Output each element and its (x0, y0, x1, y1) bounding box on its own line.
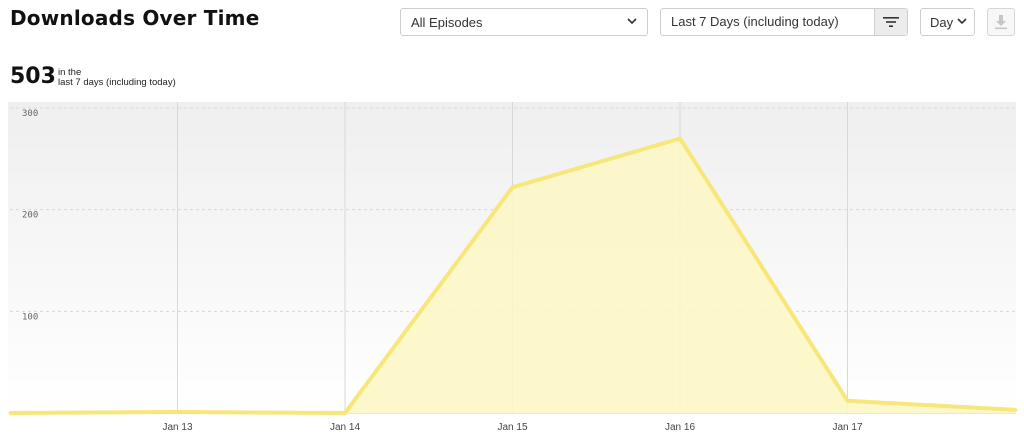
download-icon (995, 15, 1007, 30)
date-range-label: Last 7 Days (including today) (671, 14, 839, 29)
data-point (176, 410, 179, 414)
data-point (511, 185, 514, 189)
data-point (343, 411, 347, 415)
x-tick-label: Jan 13 (162, 422, 192, 433)
x-tick-label: Jan 15 (497, 422, 527, 433)
y-tick-label: 200 (22, 211, 38, 221)
data-point (846, 399, 849, 403)
date-range-picker[interactable]: Last 7 Days (including today) (660, 8, 908, 36)
download-button[interactable] (987, 8, 1015, 36)
page-title: Downloads Over Time (10, 6, 260, 30)
x-tick-label: Jan 16 (665, 422, 695, 433)
y-tick-label: 100 (22, 312, 38, 322)
chevron-down-icon (627, 18, 637, 25)
x-tick-label: Jan 14 (330, 422, 360, 433)
chevron-down-icon (957, 18, 967, 25)
filter-button[interactable] (874, 9, 907, 35)
total-downloads: 503 (10, 64, 56, 89)
downloads-chart: 100 200 300 Jan 13 Jan 14 Jan 15 Jan 16 Jan 17 (8, 102, 1018, 433)
episode-select-label: All Episodes (411, 15, 483, 30)
total-caption-line2: last 7 days (including today) (58, 77, 176, 88)
episode-select[interactable]: All Episodes (400, 8, 648, 36)
filter-icon (883, 17, 899, 27)
data-point (1014, 408, 1018, 412)
interval-select[interactable]: Day (920, 8, 975, 36)
y-tick-label: 300 (22, 109, 38, 119)
data-point (8, 411, 12, 415)
x-tick-label: Jan 17 (832, 422, 862, 433)
interval-select-label: Day (930, 15, 954, 30)
total-caption: in the last 7 days (including today) (58, 68, 176, 88)
data-point (678, 137, 682, 140)
